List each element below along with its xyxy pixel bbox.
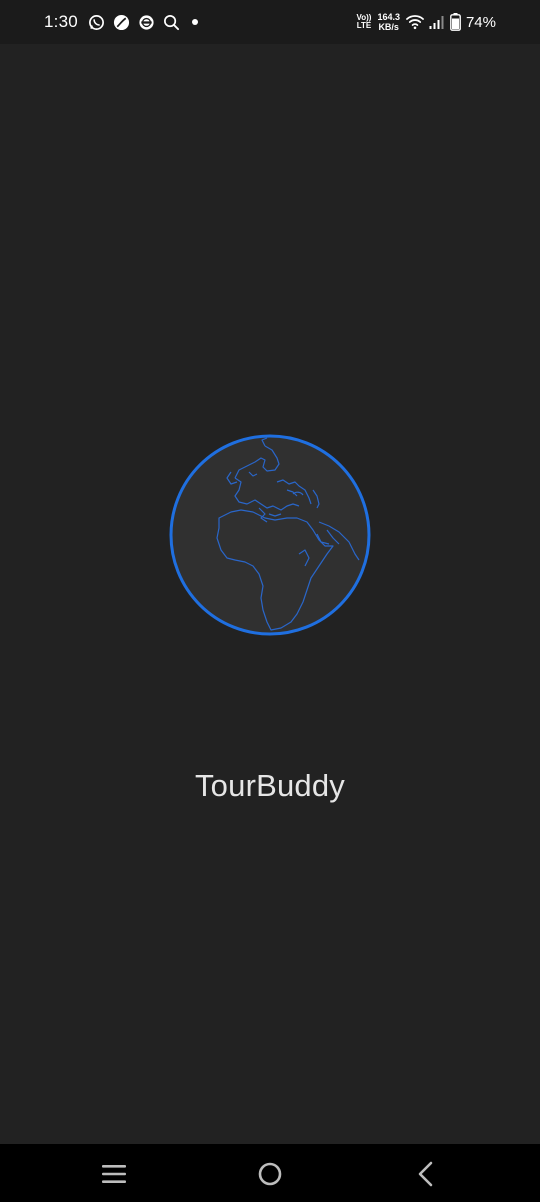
volte-indicator: Vo)) LTE xyxy=(356,14,371,30)
status-bar: 1:30 Vo)) LTE 164.3 KB/s 74% xyxy=(0,0,540,44)
network-speed: 164.3 KB/s xyxy=(377,12,400,32)
search-icon xyxy=(163,14,180,31)
recents-button[interactable] xyxy=(100,1160,130,1188)
status-right: Vo)) LTE 164.3 KB/s 74% xyxy=(356,0,496,44)
back-button[interactable] xyxy=(412,1160,442,1188)
volte-bottom-label: LTE xyxy=(356,21,372,30)
vpn-icon xyxy=(138,14,155,31)
home-button[interactable] xyxy=(256,1160,286,1188)
globe-icon xyxy=(169,434,371,636)
battery-percentage: 74% xyxy=(465,13,496,31)
back-icon xyxy=(412,1160,442,1188)
network-speed-value: 164.3 xyxy=(377,12,400,22)
battery-icon xyxy=(450,13,461,31)
app-leaf-icon xyxy=(113,14,130,31)
wifi-icon xyxy=(406,14,424,30)
whatsapp-icon xyxy=(88,14,105,31)
signal-icon xyxy=(429,15,445,29)
navigation-bar xyxy=(0,1144,540,1202)
network-speed-unit: KB/s xyxy=(378,22,399,32)
recents-icon xyxy=(100,1160,130,1188)
notification-dot-icon xyxy=(191,19,198,25)
status-time: 1:30 xyxy=(44,12,78,31)
splash-screen: 1:30 Vo)) LTE 164.3 KB/s 74% TourBuddy xyxy=(0,0,540,1202)
home-icon xyxy=(256,1160,286,1188)
app-name: TourBuddy xyxy=(194,768,345,803)
status-left: 1:30 xyxy=(44,0,198,44)
